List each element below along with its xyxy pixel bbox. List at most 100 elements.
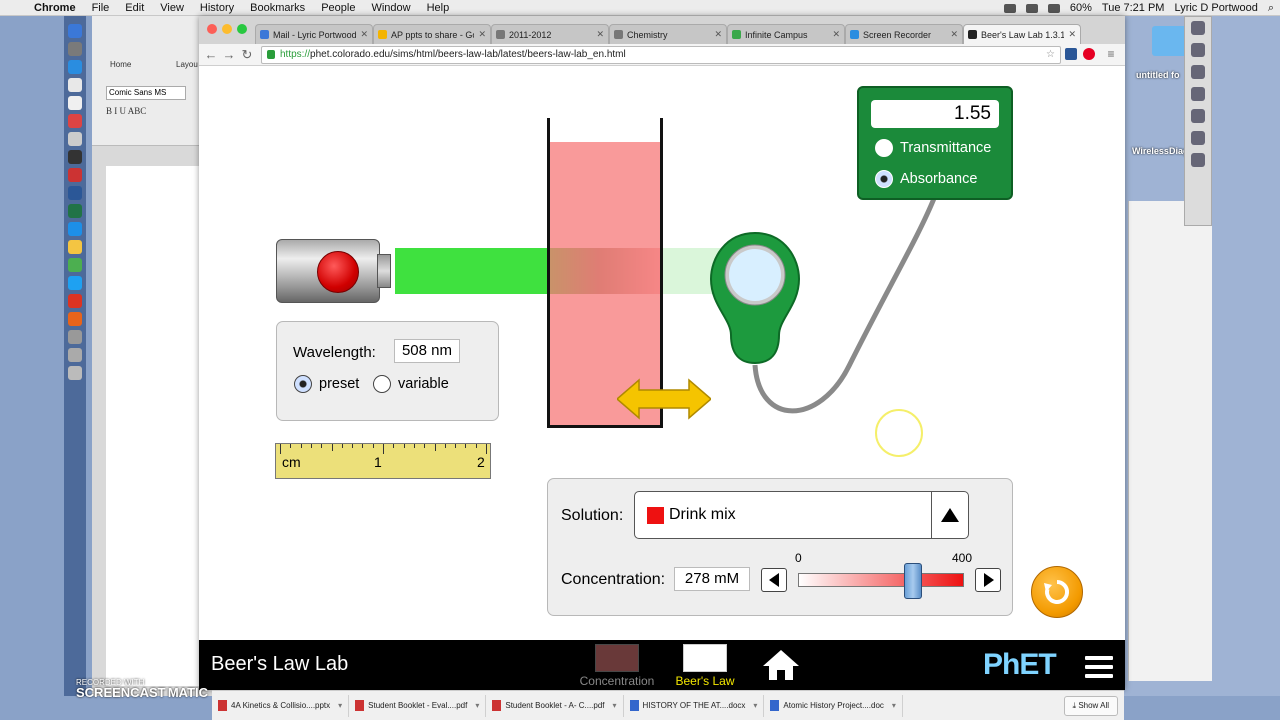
word-home-tab[interactable]: Home bbox=[110, 60, 131, 69]
close-tab-icon[interactable]: ✕ bbox=[596, 29, 604, 40]
menu-file[interactable]: File bbox=[84, 2, 118, 14]
tab-infinite-campus[interactable]: Infinite Campus ✕ bbox=[727, 24, 845, 44]
download-item[interactable]: Atomic History Project....doc ▾ bbox=[764, 694, 903, 717]
concentration-increase-button[interactable] bbox=[975, 568, 1001, 592]
word-format-buttons[interactable]: B I U ABC bbox=[106, 106, 146, 116]
cuvette-width-arrow-icon[interactable] bbox=[617, 378, 711, 420]
file-label[interactable]: WirelessDiag bbox=[1132, 146, 1188, 156]
tab-mail[interactable]: Mail - Lyric Portwood ✕ bbox=[255, 24, 373, 44]
chrome-icon[interactable] bbox=[68, 258, 82, 272]
phet-logo[interactable]: PhET bbox=[983, 648, 1057, 682]
close-tab-icon[interactable]: ✕ bbox=[832, 29, 840, 40]
chevron-down-icon[interactable]: ▾ bbox=[753, 701, 757, 710]
show-all-downloads-button[interactable]: ⤓ Show All bbox=[1063, 696, 1118, 716]
concentration-screen-button[interactable]: Concentration bbox=[577, 644, 657, 688]
bookmark-star-icon[interactable]: ☆ bbox=[1046, 47, 1055, 63]
user-name[interactable]: Lyric D Portwood bbox=[1174, 2, 1257, 14]
url-bar[interactable]: https://phet.colorado.edu/sims/html/beer… bbox=[261, 46, 1061, 64]
tool-icon[interactable] bbox=[1191, 43, 1205, 57]
finder-icon[interactable] bbox=[68, 24, 82, 38]
battery-percent[interactable]: 60% bbox=[1070, 2, 1092, 14]
tool-icon[interactable] bbox=[1191, 153, 1205, 167]
safari-icon[interactable] bbox=[68, 60, 82, 74]
spotlight-icon[interactable]: ⌕ bbox=[1268, 2, 1274, 15]
launchpad-icon[interactable] bbox=[68, 42, 82, 56]
downloads-icon[interactable] bbox=[68, 348, 82, 362]
tab-2011-2012[interactable]: 2011-2012 ✕ bbox=[491, 24, 609, 44]
preset-radio[interactable] bbox=[294, 375, 312, 393]
variable-label[interactable]: variable bbox=[398, 376, 449, 392]
firefox-icon[interactable] bbox=[68, 312, 82, 326]
tool-icon[interactable] bbox=[1191, 21, 1205, 35]
concentration-decrease-button[interactable] bbox=[761, 568, 787, 592]
chevron-down-icon[interactable]: ▾ bbox=[475, 701, 479, 710]
download-item[interactable]: HISTORY OF THE AT....docx ▾ bbox=[624, 694, 765, 717]
tool-icon[interactable] bbox=[1191, 109, 1205, 123]
tool-icon[interactable] bbox=[1191, 87, 1205, 101]
absorbance-radio[interactable] bbox=[875, 170, 893, 188]
menu-history[interactable]: History bbox=[192, 2, 242, 14]
reset-all-button[interactable] bbox=[1031, 566, 1083, 618]
transmittance-radio[interactable] bbox=[875, 139, 893, 157]
variable-radio[interactable] bbox=[373, 375, 391, 393]
solution-combo-box[interactable]: Drink mix bbox=[634, 491, 969, 539]
messages-icon[interactable] bbox=[68, 276, 82, 290]
transmittance-label[interactable]: Transmittance bbox=[900, 140, 991, 156]
clock[interactable]: Tue 7:21 PM bbox=[1102, 2, 1165, 14]
word-layout-tab[interactable]: Layou bbox=[176, 60, 198, 69]
beers-law-screen-button[interactable]: Beer's Law bbox=[665, 644, 745, 688]
preset-label[interactable]: preset bbox=[319, 376, 359, 392]
tab-ap-ppts[interactable]: AP ppts to share - Goo ✕ bbox=[373, 24, 491, 44]
app-store-icon[interactable] bbox=[68, 222, 82, 236]
download-item[interactable]: Student Booklet - Eval....pdf ▾ bbox=[349, 694, 487, 717]
download-item[interactable]: 4A Kinetics & Collisio....pptx ▾ bbox=[212, 694, 350, 717]
close-tab-icon[interactable]: ✕ bbox=[478, 29, 486, 40]
documents-icon[interactable] bbox=[68, 330, 82, 344]
tab-chemistry[interactable]: Chemistry ✕ bbox=[609, 24, 727, 44]
menu-edit[interactable]: Edit bbox=[117, 2, 152, 14]
word-font-box[interactable]: Comic Sans MS bbox=[106, 86, 186, 100]
system-prefs-icon[interactable] bbox=[68, 150, 82, 164]
folder-label[interactable]: untitled fo bbox=[1136, 70, 1180, 80]
reload-icon[interactable]: ↻ bbox=[239, 47, 255, 63]
close-tab-icon[interactable]: ✕ bbox=[714, 29, 722, 40]
close-tab-icon[interactable]: ✕ bbox=[1068, 29, 1076, 40]
zoom-window-button[interactable] bbox=[237, 24, 247, 34]
acrobat-icon[interactable] bbox=[68, 294, 82, 308]
menu-view[interactable]: View bbox=[152, 2, 192, 14]
ruler[interactable]: cm 1 2 bbox=[275, 443, 491, 479]
back-icon[interactable]: ← bbox=[203, 47, 219, 62]
chevron-down-icon[interactable]: ▾ bbox=[892, 701, 896, 710]
tab-screen-recorder[interactable]: Screen Recorder ✕ bbox=[845, 24, 963, 44]
pinterest-icon[interactable] bbox=[1083, 48, 1095, 60]
concentration-slider-track[interactable] bbox=[798, 573, 964, 587]
forward-icon[interactable]: → bbox=[221, 47, 237, 62]
trash-icon[interactable] bbox=[68, 366, 82, 380]
phet-menu-icon[interactable] bbox=[1085, 656, 1113, 678]
menu-help[interactable]: Help bbox=[419, 2, 458, 14]
chevron-down-icon[interactable]: ▾ bbox=[613, 701, 617, 710]
absorbance-label[interactable]: Absorbance bbox=[900, 171, 977, 187]
preview-icon[interactable] bbox=[68, 132, 82, 146]
home-icon[interactable] bbox=[761, 648, 801, 682]
menu-bookmarks[interactable]: Bookmarks bbox=[242, 2, 313, 14]
folder-icon[interactable] bbox=[68, 240, 82, 254]
tab-beers-law-lab[interactable]: Beer's Law Lab 1.3.1 ✕ bbox=[963, 24, 1081, 44]
menu-people[interactable]: People bbox=[313, 2, 363, 14]
menu-app-name[interactable]: Chrome bbox=[26, 2, 84, 14]
photos-icon[interactable] bbox=[68, 114, 82, 128]
wifi-icon[interactable] bbox=[1047, 3, 1060, 13]
absorbance-meter[interactable]: 1.55 Transmittance Absorbance bbox=[857, 86, 1013, 200]
download-item[interactable]: Student Booklet - A- C....pdf ▾ bbox=[486, 694, 624, 717]
light-on-button[interactable] bbox=[317, 251, 359, 293]
close-tab-icon[interactable]: ✕ bbox=[360, 29, 368, 40]
close-tab-icon[interactable]: ✕ bbox=[950, 29, 958, 40]
bluetooth-icon[interactable] bbox=[1025, 3, 1038, 13]
concentration-slider-thumb[interactable] bbox=[904, 563, 923, 599]
menu-window[interactable]: Window bbox=[363, 2, 418, 14]
word-icon[interactable] bbox=[68, 186, 82, 200]
notes-icon[interactable] bbox=[68, 96, 82, 110]
close-window-button[interactable] bbox=[207, 24, 217, 34]
detector-probe[interactable] bbox=[709, 231, 801, 365]
status-icon[interactable] bbox=[1003, 3, 1016, 13]
